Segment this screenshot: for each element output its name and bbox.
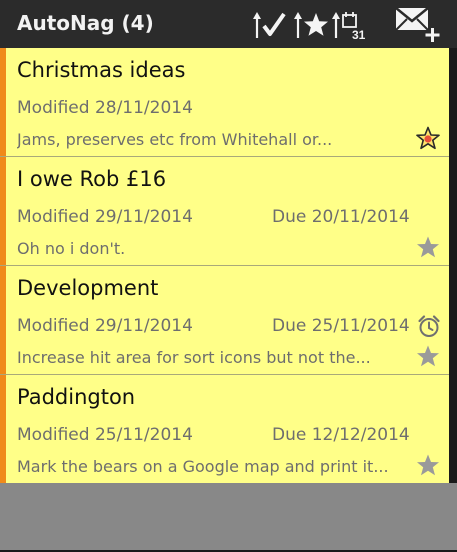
note-title: Christmas ideas — [17, 58, 186, 82]
note-due-date: Due 25/11/2014 — [272, 316, 410, 336]
note-color-stripe — [0, 157, 6, 265]
note-title: Paddington — [17, 385, 136, 409]
sort-by-starred-icon[interactable] — [294, 8, 332, 42]
star-icon-active[interactable] — [416, 126, 440, 150]
note-title: Development — [17, 276, 159, 300]
empty-list-area — [0, 483, 457, 552]
star-icon[interactable] — [416, 235, 440, 259]
note-title: I owe Rob £16 — [17, 167, 167, 191]
note-item[interactable]: Development Modified 29/11/2014 Due 25/1… — [0, 266, 449, 375]
note-modified-date: Modified 25/11/2014 — [17, 425, 193, 445]
note-preview: Mark the bears on a Google map and print… — [17, 457, 389, 476]
add-note-icon[interactable] — [394, 4, 444, 44]
alarm-clock-icon — [418, 315, 440, 337]
note-item[interactable]: Christmas ideas Modified 28/11/2014 Jams… — [0, 48, 449, 157]
note-item[interactable]: I owe Rob £16 Modified 29/11/2014 Due 20… — [0, 157, 449, 266]
action-bar: AutoNag (4) 31 — [0, 0, 457, 49]
sort-by-due-icon[interactable]: 31 — [332, 8, 370, 42]
note-due-date: Due 20/11/2014 — [272, 207, 410, 227]
star-icon[interactable] — [416, 344, 440, 368]
note-color-stripe — [0, 375, 6, 484]
app-title: AutoNag (4) — [17, 11, 154, 35]
note-color-stripe — [0, 48, 6, 156]
note-due-date: Due 12/12/2014 — [272, 425, 410, 445]
note-preview: Increase hit area for sort icons but not… — [17, 348, 371, 367]
star-icon[interactable] — [416, 453, 440, 477]
note-preview: Oh no i don't. — [17, 239, 126, 258]
sort-by-completed-icon[interactable] — [253, 8, 293, 42]
note-item[interactable]: Paddington Modified 25/11/2014 Due 12/12… — [0, 375, 449, 484]
note-list: Christmas ideas Modified 28/11/2014 Jams… — [0, 48, 449, 484]
list-right-edge — [449, 48, 457, 483]
note-preview: Jams, preserves etc from Whitehall or... — [17, 130, 333, 149]
note-color-stripe — [0, 266, 6, 374]
note-modified-date: Modified 29/11/2014 — [17, 316, 193, 336]
app-window: AutoNag (4) 31 Christmas ideas Modified … — [0, 0, 457, 552]
note-modified-date: Modified 29/11/2014 — [17, 207, 193, 227]
note-modified-date: Modified 28/11/2014 — [17, 98, 193, 118]
due-icon-badge: 31 — [352, 28, 366, 41]
